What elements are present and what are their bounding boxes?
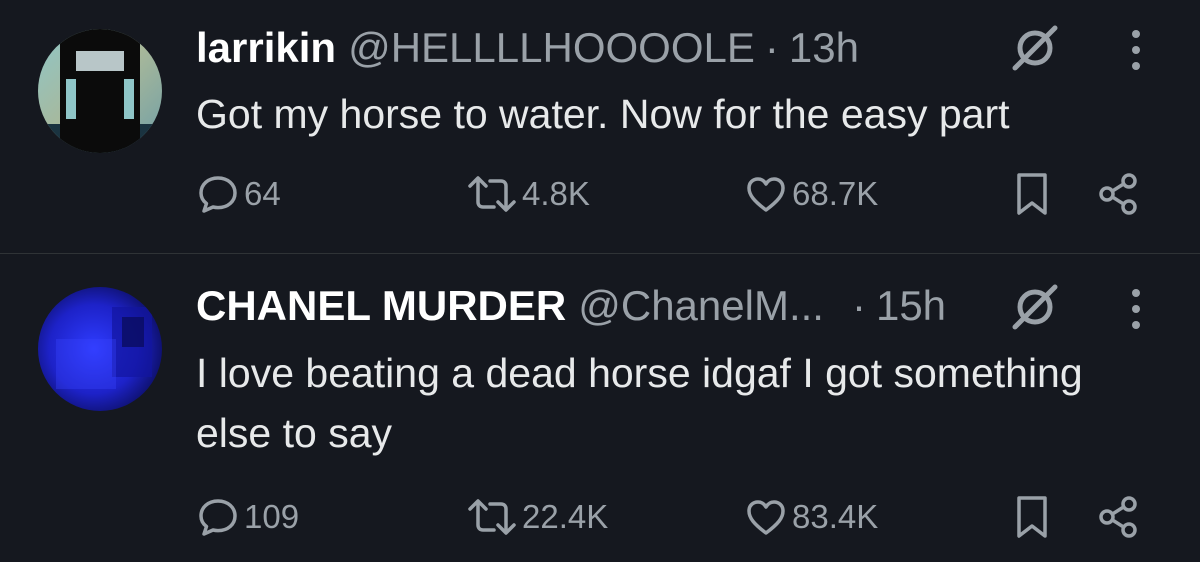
reply-count: 64 xyxy=(244,175,281,212)
comment-bubble-icon xyxy=(199,176,237,213)
retweet-button[interactable]: 4.8K xyxy=(466,169,590,219)
tweet-text: Got my horse to water. Now for the easy … xyxy=(196,91,1010,137)
share-nodes-icon xyxy=(1099,173,1137,215)
like-count: 83.4K xyxy=(792,498,879,535)
reply-button[interactable]: 109 xyxy=(196,492,299,542)
tweet-header: CHANEL MURDER @ChanelM... · 15h xyxy=(196,278,946,334)
author-name[interactable]: CHANEL MURDER xyxy=(196,282,566,330)
bookmark-icon xyxy=(1017,496,1047,538)
tweet-text: I love beating a dead horse idgaf I got … xyxy=(196,350,1083,456)
share-nodes-icon xyxy=(1099,496,1137,538)
avatar[interactable] xyxy=(38,287,162,411)
heart-icon xyxy=(747,500,785,535)
tweet[interactable]: larrikin @HELLLLHOOOOLE · 13h Got my hor… xyxy=(0,0,1200,254)
reply-button[interactable]: 64 xyxy=(196,169,281,219)
more-options-icon[interactable] xyxy=(1124,26,1148,74)
like-button[interactable]: 68.7K xyxy=(744,169,878,219)
more-options-icon[interactable] xyxy=(1124,285,1148,333)
heart-icon xyxy=(747,177,785,212)
like-button[interactable]: 83.4K xyxy=(744,492,878,542)
share-button[interactable] xyxy=(1096,169,1142,219)
action-bar: 109 22.4K 83.4K xyxy=(196,492,1156,542)
retweet-button[interactable]: 22.4K xyxy=(466,492,608,542)
grok-icon[interactable] xyxy=(1009,281,1061,333)
bookmark-icon xyxy=(1017,173,1047,215)
author-handle[interactable]: @ChanelM... xyxy=(578,282,824,330)
retweet-count: 4.8K xyxy=(522,175,590,212)
grok-icon[interactable] xyxy=(1009,22,1061,74)
tweet[interactable]: CHANEL MURDER @ChanelM... · 15h I love b… xyxy=(0,254,1200,562)
action-bar: 64 4.8K 68.7K xyxy=(196,169,1156,219)
retweet-arrows-icon xyxy=(468,499,516,535)
separator-dot: · xyxy=(851,282,866,329)
like-count: 68.7K xyxy=(792,175,879,212)
retweet-arrows-icon xyxy=(468,176,516,212)
timestamp[interactable]: 15h xyxy=(876,282,946,330)
tweet-header: larrikin @HELLLLHOOOOLE · 13h xyxy=(196,20,859,76)
timestamp[interactable]: 13h xyxy=(789,24,859,72)
retweet-count: 22.4K xyxy=(522,498,609,535)
author-handle[interactable]: @HELLLLHOOOOLE xyxy=(348,24,755,72)
author-name[interactable]: larrikin xyxy=(196,24,336,72)
bookmark-button[interactable] xyxy=(1012,169,1052,219)
comment-bubble-icon xyxy=(199,499,237,536)
share-button[interactable] xyxy=(1096,492,1142,542)
reply-count: 109 xyxy=(244,498,300,535)
avatar[interactable] xyxy=(38,29,162,153)
bookmark-button[interactable] xyxy=(1012,492,1052,542)
separator-dot: · xyxy=(764,24,779,71)
